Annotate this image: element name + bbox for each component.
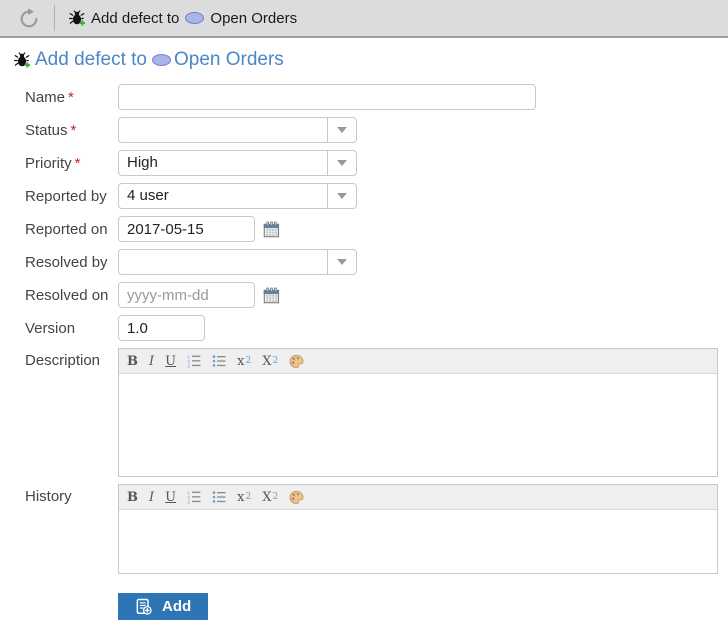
description-label: Description: [25, 352, 101, 369]
topbar-title: Add defect to Open Orders: [69, 10, 297, 27]
calendar-icon: [263, 221, 279, 237]
bold-button[interactable]: B: [127, 355, 138, 368]
refresh-button[interactable]: [16, 5, 42, 31]
calendar-icon: [263, 287, 279, 303]
topbar-divider: [54, 5, 55, 31]
resolved-by-select-value[interactable]: [119, 250, 327, 274]
reported-by-select[interactable]: 4 user: [118, 183, 357, 209]
bold-button[interactable]: B: [127, 491, 138, 504]
bullet-list-button[interactable]: [212, 490, 226, 504]
topbar-entity-text: Open Orders: [210, 9, 298, 27]
resolved-by-select[interactable]: [118, 249, 357, 275]
bug-add-icon: [69, 10, 85, 26]
defect-form: Name * Status * Priority * High Reported by…: [25, 84, 728, 620]
bullet-list-icon: [212, 355, 226, 367]
reported-on-calendar-button[interactable]: [262, 220, 280, 238]
reported-on-field[interactable]: [118, 216, 255, 242]
subscript-button[interactable]: X2: [262, 355, 278, 368]
svg-text:3: 3: [188, 500, 191, 504]
superscript-button[interactable]: x2: [237, 491, 251, 504]
required-marker: *: [68, 88, 74, 106]
resolved-on-label: Resolved on: [25, 286, 109, 304]
reported-by-select-value[interactable]: 4 user: [119, 184, 327, 208]
heading-entity-text: Open Orders: [173, 49, 284, 70]
ellipse-icon: [185, 12, 205, 24]
topbar-action-text: Add defect to: [91, 9, 180, 27]
form-row-history: History B I U 123 x 2 X 2: [25, 484, 728, 574]
underline-button[interactable]: U: [165, 491, 176, 504]
add-document-icon: [136, 598, 152, 615]
chevron-down-icon: [337, 193, 347, 199]
form-row-priority: Priority * High: [25, 150, 728, 176]
resolved-on-calendar-button[interactable]: [262, 286, 280, 304]
status-select[interactable]: [118, 117, 357, 143]
version-label: Version: [25, 319, 76, 337]
history-editor: B I U 123 x2 X 2: [118, 484, 718, 574]
underline-button[interactable]: U: [165, 355, 176, 368]
form-row-description: Description B I U 123 x 2 X 2: [25, 348, 728, 477]
priority-select[interactable]: High: [118, 150, 357, 176]
status-select-value[interactable]: [119, 118, 327, 142]
ordered-list-button[interactable]: 123: [187, 354, 201, 368]
subscript-button[interactable]: X2: [262, 491, 278, 504]
history-label: History: [25, 488, 72, 505]
heading-action-text: Add defect to: [35, 49, 147, 70]
form-row-reported-on: Reported on: [25, 216, 728, 242]
page-title: Add defect to Open Orders: [14, 49, 728, 71]
superscript-button[interactable]: x2: [237, 355, 251, 368]
name-field[interactable]: [118, 84, 536, 110]
bug-add-icon: [14, 52, 30, 68]
required-marker: *: [74, 154, 81, 172]
color-palette-button[interactable]: [289, 490, 304, 505]
status-select-button[interactable]: [327, 118, 356, 142]
bullet-list-button[interactable]: [212, 354, 226, 368]
italic-button[interactable]: I: [149, 355, 154, 368]
ordered-list-icon: 123: [188, 354, 201, 368]
version-field[interactable]: [118, 315, 205, 341]
description-editor-toolbar: B I U 123 x2 X 2: [119, 349, 717, 374]
form-row-resolved-on: Resolved on: [25, 282, 728, 308]
reported-by-select-button[interactable]: [327, 184, 356, 208]
ellipse-icon: [151, 54, 171, 66]
italic-button[interactable]: I: [149, 491, 154, 504]
description-field[interactable]: [119, 374, 717, 476]
history-editor-toolbar: B I U 123 x2 X 2: [119, 485, 717, 510]
chevron-down-icon: [337, 127, 347, 133]
resolved-by-label: Resolved by: [25, 253, 108, 271]
resolved-on-field[interactable]: [118, 282, 255, 308]
palette-icon: [289, 354, 304, 368]
add-button-label: Add: [162, 598, 192, 615]
history-field[interactable]: [119, 510, 717, 573]
chevron-down-icon: [337, 160, 347, 166]
form-row-reported-by: Reported by 4 user: [25, 183, 728, 209]
priority-select-value[interactable]: High: [119, 151, 327, 175]
chevron-down-icon: [337, 259, 347, 265]
add-button[interactable]: Add: [118, 593, 209, 620]
ordered-list-button[interactable]: 123: [187, 490, 201, 504]
refresh-icon: [20, 8, 38, 28]
reported-by-label: Reported by: [25, 187, 107, 205]
status-label: Status *: [25, 121, 77, 139]
priority-select-button[interactable]: [327, 151, 356, 175]
required-marker: *: [70, 121, 77, 139]
reported-on-label: Reported on: [25, 220, 108, 238]
form-row-resolved-by: Resolved by: [25, 249, 728, 275]
description-editor: B I U 123 x2 X 2: [118, 348, 718, 477]
resolved-by-select-button[interactable]: [327, 250, 356, 274]
ordered-list-icon: 123: [188, 490, 201, 504]
palette-icon: [289, 490, 304, 504]
topbar: Add defect to Open Orders: [0, 0, 728, 38]
color-palette-button[interactable]: [289, 354, 304, 369]
name-label: Name *: [25, 88, 74, 106]
form-row-status: Status *: [25, 117, 728, 143]
svg-text:3: 3: [188, 364, 191, 368]
priority-label: Priority *: [25, 154, 81, 172]
form-row-name: Name *: [25, 84, 728, 110]
bullet-list-icon: [212, 491, 226, 503]
form-row-version: Version: [25, 315, 728, 341]
